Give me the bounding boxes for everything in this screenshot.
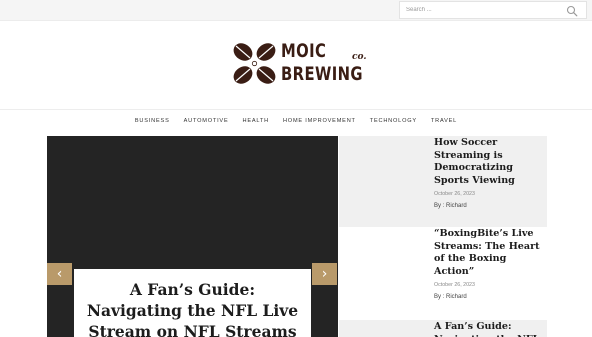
nav-item-technology[interactable]: TECHNOLOGY	[370, 118, 417, 124]
slider-next-button[interactable]: ›	[312, 263, 337, 285]
sidebar-post: A Fan’s Guide: Navigating the NFL	[339, 320, 547, 337]
post-title[interactable]: How Soccer Streaming is Democratizing Sp…	[434, 137, 546, 187]
featured-slider: ‹ › A Fan’s Guide: Navigating the NFL Li…	[47, 136, 338, 337]
search-input[interactable]	[400, 2, 560, 18]
sidebar-post: “BoxingBite’s Live Streams: The Heart of…	[339, 227, 547, 320]
nav-item-automotive[interactable]: AUTOMOTIVE	[184, 118, 229, 124]
post-thumbnail[interactable]	[339, 136, 427, 227]
post-date: October 26, 2023	[434, 191, 475, 197]
post-date: October 26, 2023	[434, 282, 475, 288]
brand-co: co.	[352, 52, 367, 62]
nav-item-business[interactable]: BUSINESS	[135, 118, 170, 124]
chevron-right-icon: ›	[321, 266, 328, 282]
post-body: How Soccer Streaming is Democratizing Sp…	[434, 137, 546, 209]
brand-line-1: MOIC	[281, 40, 327, 62]
slider-prev-button[interactable]: ‹	[47, 263, 72, 285]
sidebar-post: How Soccer Streaming is Democratizing Sp…	[339, 136, 547, 227]
coffee-bean-logo-icon	[233, 43, 276, 84]
post-body: A Fan’s Guide: Navigating the NFL	[434, 321, 546, 337]
post-author: By : Richard	[434, 294, 467, 300]
nav-item-home-improvement[interactable]: HOME IMPROVEMENT	[283, 118, 356, 124]
slide-title[interactable]: A Fan’s Guide: Navigating the NFL Live S…	[82, 279, 303, 337]
post-author: By : Richard	[434, 203, 467, 209]
slide-caption: A Fan’s Guide: Navigating the NFL Live S…	[74, 269, 311, 337]
brand-wordmark: MOIC BREWING	[281, 42, 386, 84]
post-body: “BoxingBite’s Live Streams: The Heart of…	[434, 228, 546, 300]
post-title[interactable]: A Fan’s Guide: Navigating the NFL	[434, 321, 546, 337]
brand-line-2: BREWING	[281, 63, 363, 85]
nav-item-health[interactable]: HEALTH	[243, 118, 269, 124]
nav-item-travel[interactable]: TRAVEL	[431, 118, 457, 124]
search-icon[interactable]	[566, 5, 578, 17]
site-logo[interactable]: MOIC BREWING co.	[230, 40, 367, 88]
nav-divider	[0, 109, 592, 110]
search-box	[399, 1, 587, 19]
top-bar	[0, 0, 592, 21]
main-nav: BUSINESS AUTOMOTIVE HEALTH HOME IMPROVEM…	[0, 118, 592, 128]
post-thumbnail[interactable]	[339, 320, 427, 337]
post-title[interactable]: “BoxingBite’s Live Streams: The Heart of…	[434, 228, 546, 278]
post-thumbnail[interactable]	[339, 227, 427, 320]
chevron-left-icon: ‹	[56, 266, 63, 282]
